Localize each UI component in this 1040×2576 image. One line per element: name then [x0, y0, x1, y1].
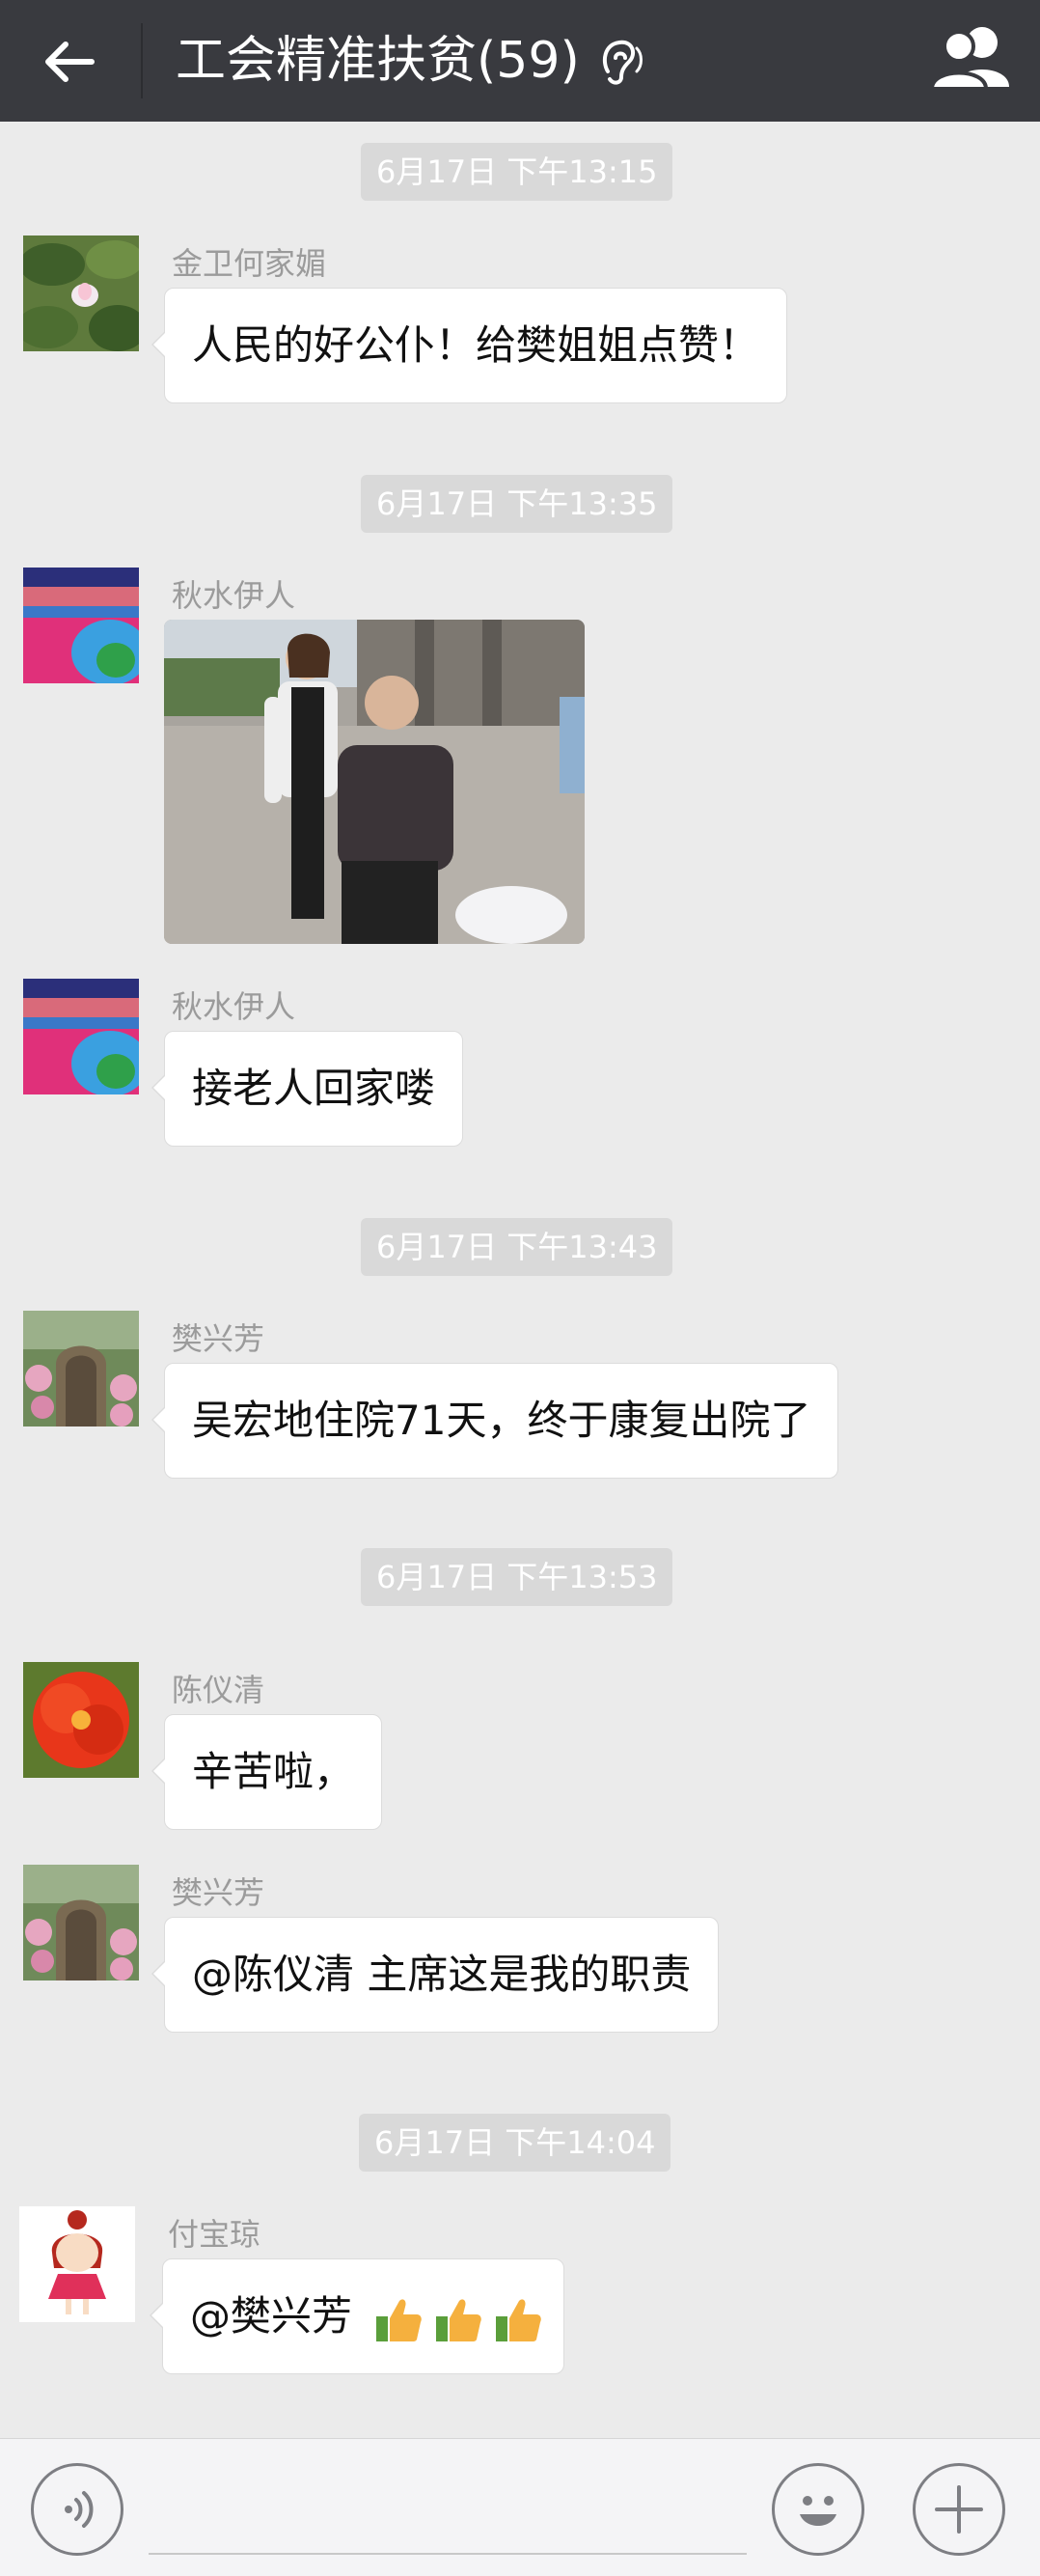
message-list[interactable]: 6月17日 下午13:15 金卫何家媚 人民的好公仆！给樊姐姐点赞！ 6月17日… [0, 122, 1040, 2438]
group-members-icon [929, 27, 1009, 91]
chat-title: 工会精准扶贫(59) [176, 32, 580, 90]
message-bubble[interactable]: 吴宏地住院71天，终于康复出院了 [151, 1363, 839, 1479]
sender-name: 秋水伊人 [172, 988, 296, 1025]
avatar[interactable] [19, 2206, 135, 2322]
message-bubble[interactable]: 辛苦啦， [151, 1714, 383, 1830]
back-button[interactable] [39, 27, 106, 95]
emoji-smiley-icon [800, 2496, 836, 2526]
chat-header: 工会精准扶贫(59) [0, 0, 1040, 122]
avatar[interactable] [23, 979, 139, 1094]
more-button[interactable] [913, 2463, 1005, 2556]
avatar[interactable] [23, 568, 139, 683]
voice-input-icon [65, 2491, 94, 2528]
input-toolbar [0, 2438, 1040, 2576]
back-arrow-icon [45, 42, 95, 82]
sender-name: 陈仪清 [172, 1672, 265, 1708]
timestamp: 6月17日 下午13:43 [361, 1218, 673, 1276]
header-divider [141, 23, 143, 98]
message-input[interactable] [149, 2553, 747, 2555]
voice-input-button[interactable] [31, 2463, 123, 2556]
timestamp: 6月17日 下午13:15 [361, 143, 673, 201]
message-bubble[interactable]: 接老人回家喽 [151, 1031, 464, 1147]
avatar[interactable] [23, 1311, 139, 1426]
message-bubble[interactable]: @陈仪清 主席这是我的职责 [151, 1917, 720, 2033]
sender-name: 樊兴芳 [172, 1874, 265, 1911]
plus-more-icon [935, 2485, 983, 2534]
sender-name: 樊兴芳 [172, 1320, 265, 1357]
thumbs-up-emoji [436, 2298, 482, 2341]
sender-name: 秋水伊人 [172, 577, 296, 614]
message-bubble[interactable]: @樊兴芳 [149, 2258, 565, 2374]
timestamp: 6月17日 下午13:35 [361, 475, 673, 533]
earpiece-mode-icon [600, 33, 648, 87]
message-bubble[interactable]: 人民的好公仆！给樊姐姐点赞！ [151, 288, 788, 403]
sender-name: 金卫何家媚 [172, 245, 327, 282]
avatar[interactable] [23, 1865, 139, 1980]
group-members-button[interactable] [928, 19, 1015, 97]
timestamp: 6月17日 下午14:04 [359, 2114, 671, 2172]
image-message-two-people-street[interactable] [164, 620, 585, 944]
thumbs-up-emoji [376, 2298, 423, 2341]
avatar[interactable] [23, 1662, 139, 1778]
timestamp: 6月17日 下午13:53 [361, 1548, 673, 1606]
sender-name: 付宝琼 [168, 2216, 261, 2253]
mention-text: @樊兴芳 [190, 2292, 366, 2340]
avatar[interactable] [23, 235, 139, 351]
emoji-button[interactable] [772, 2463, 864, 2556]
thumbs-up-emoji [496, 2298, 542, 2341]
